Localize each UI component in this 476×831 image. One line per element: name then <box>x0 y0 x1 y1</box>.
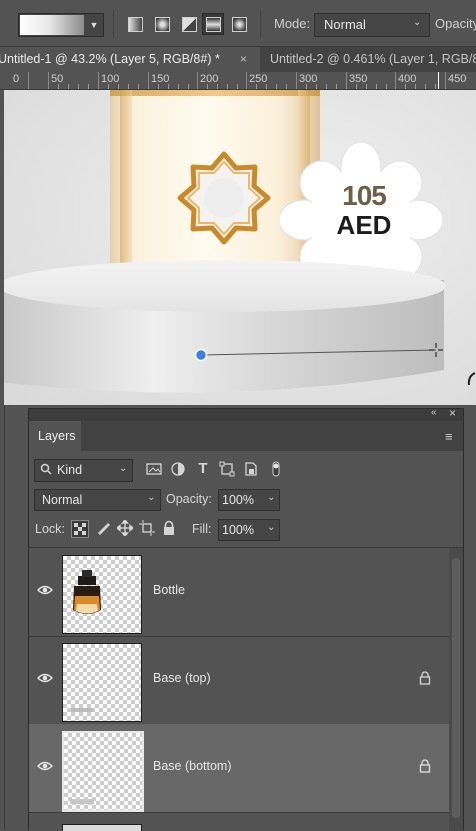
image-filter-icon[interactable] <box>146 461 162 477</box>
ruler-label: 150 <box>151 73 170 85</box>
separator <box>113 10 114 38</box>
angle-gradient-icon[interactable] <box>178 13 200 35</box>
eye-visibility-icon[interactable] <box>37 672 53 684</box>
layer-thumbnail[interactable] <box>62 731 144 812</box>
lock-icon <box>419 671 431 685</box>
document-canvas[interactable]: 105 AED <box>4 90 476 405</box>
layer-list: Bottle Base (top) Base (bottom) <box>29 547 463 831</box>
close-icon[interactable]: × <box>449 406 456 420</box>
hamburger-menu-icon[interactable]: ≡ <box>445 429 453 444</box>
shape-filter-icon[interactable] <box>219 461 235 477</box>
layer-name[interactable]: Bottle <box>153 583 185 597</box>
bottle-thumbnail-image <box>73 570 101 614</box>
adjustment-filter-icon[interactable] <box>170 461 186 477</box>
tab-label: Layers <box>38 429 76 443</box>
filter-toggle-icon[interactable] <box>268 461 284 477</box>
mode-select[interactable]: Normal ⌄ <box>314 13 430 37</box>
scrollbar-thumb[interactable] <box>452 558 460 818</box>
eye-visibility-icon[interactable] <box>37 760 53 772</box>
layer-name[interactable]: Base (top) <box>153 671 211 685</box>
blend-mode-value: Normal <box>42 493 83 507</box>
layer-thumbnail[interactable] <box>62 555 142 634</box>
horizontal-ruler[interactable]: 0 50 100 150 200 250 300 350 400 450 <box>0 72 476 90</box>
collapse-icon[interactable]: « <box>431 407 437 418</box>
ruler-label: 0 <box>13 73 20 85</box>
fill-value: 100% <box>222 523 254 537</box>
layer-thumbnail[interactable] <box>62 643 142 722</box>
lock-artboard-icon[interactable] <box>139 520 155 536</box>
tab-untitled-1[interactable]: Untitled-1 @ 43.2% (Layer 5, RGB/8#) * × <box>0 47 260 72</box>
layer-row-base-top[interactable]: Base (top) <box>29 636 449 725</box>
opacity-label: Opacity <box>435 16 476 31</box>
ruler-cursor-marker <box>438 72 439 89</box>
reflected-gradient-icon[interactable] <box>202 13 224 35</box>
chevron-down-icon: ⌄ <box>147 492 156 503</box>
tab-label: Untitled-2 @ 0.461% (Layer 1, RGB/8#) <box>270 52 476 66</box>
layer-row-base-bottom[interactable]: Base (bottom) <box>29 724 449 813</box>
chevron-down-icon: ⌄ <box>413 17 422 28</box>
fill-field[interactable]: 100% ⌄ <box>218 519 280 541</box>
chevron-down-icon[interactable]: ▼ <box>87 16 101 34</box>
ruler-label: 450 <box>448 73 467 85</box>
layer-opacity-label: Opacity: <box>166 492 212 506</box>
lock-all-icon[interactable] <box>161 520 177 536</box>
tab-untitled-2[interactable]: Untitled-2 @ 0.461% (Layer 1, RGB/8#) <box>262 47 476 72</box>
mode-value: Normal <box>324 17 366 32</box>
lock-icon <box>419 759 431 773</box>
eye-visibility-icon[interactable] <box>37 584 53 596</box>
filter-kind-label: Kind <box>57 463 83 477</box>
gradient-preview[interactable] <box>20 15 84 35</box>
layer-thumbnail[interactable] <box>62 824 142 831</box>
base-bottom-thumbnail-image <box>70 799 94 804</box>
layer-row-partial[interactable] <box>29 818 449 831</box>
options-bar: ▼ Mode: Normal ⌄ Opacity <box>0 0 476 47</box>
layer-opacity-field[interactable]: 100% ⌄ <box>218 489 280 511</box>
separator <box>260 10 261 38</box>
lock-transparent-pixels-icon[interactable] <box>71 520 89 538</box>
linear-gradient-icon[interactable] <box>124 13 146 35</box>
panel-tab-bar: Layers ≡ <box>29 421 463 451</box>
tab-layers[interactable]: Layers <box>29 421 81 451</box>
layer-opacity-value: 100% <box>222 493 254 507</box>
radial-gradient-icon[interactable] <box>151 13 173 35</box>
type-filter-icon[interactable]: T <box>195 461 211 477</box>
lock-image-pixels-icon[interactable] <box>95 520 111 536</box>
ruler-label: 300 <box>299 73 318 85</box>
smart-object-filter-icon[interactable] <box>243 461 259 477</box>
mode-label: Mode: <box>274 16 311 31</box>
document-tab-bar: Untitled-1 @ 43.2% (Layer 5, RGB/8#) * ×… <box>0 47 476 72</box>
filter-kind-select[interactable]: Kind ⌄ <box>34 459 133 482</box>
lock-position-icon[interactable] <box>117 520 133 536</box>
fill-label: Fill: <box>192 522 212 536</box>
chevron-down-icon[interactable]: ⌄ <box>267 492 275 503</box>
chevron-down-icon: ⌄ <box>119 463 128 474</box>
ruler-label: 400 <box>398 73 417 85</box>
layers-panel: « × Layers ≡ Kind ⌄ T Normal ⌄ Opacity: … <box>28 406 464 831</box>
blend-mode-select[interactable]: Normal ⌄ <box>34 489 161 511</box>
ruler-label: 350 <box>349 73 368 85</box>
close-icon[interactable]: × <box>240 52 247 66</box>
panel-title-bar[interactable]: « × <box>29 406 463 421</box>
search-icon <box>40 463 52 475</box>
tab-label: Untitled-1 @ 43.2% (Layer 5, RGB/8#) * <box>0 52 220 66</box>
chevron-down-icon[interactable]: ⌄ <box>267 522 275 533</box>
layer-name[interactable]: Base (bottom) <box>153 759 232 773</box>
layer-row-bottle[interactable]: Bottle <box>29 548 449 637</box>
diamond-gradient-icon[interactable] <box>228 13 250 35</box>
ruler-label: 200 <box>200 73 219 85</box>
partial-object <box>467 372 476 386</box>
ruler-label: 100 <box>101 73 120 85</box>
gradient-picker[interactable]: ▼ <box>18 13 104 37</box>
gradient-drag-line[interactable] <box>4 90 476 405</box>
base-top-thumbnail-image <box>71 708 93 712</box>
lock-label: Lock: <box>35 522 65 536</box>
ruler-label: 250 <box>249 73 268 85</box>
